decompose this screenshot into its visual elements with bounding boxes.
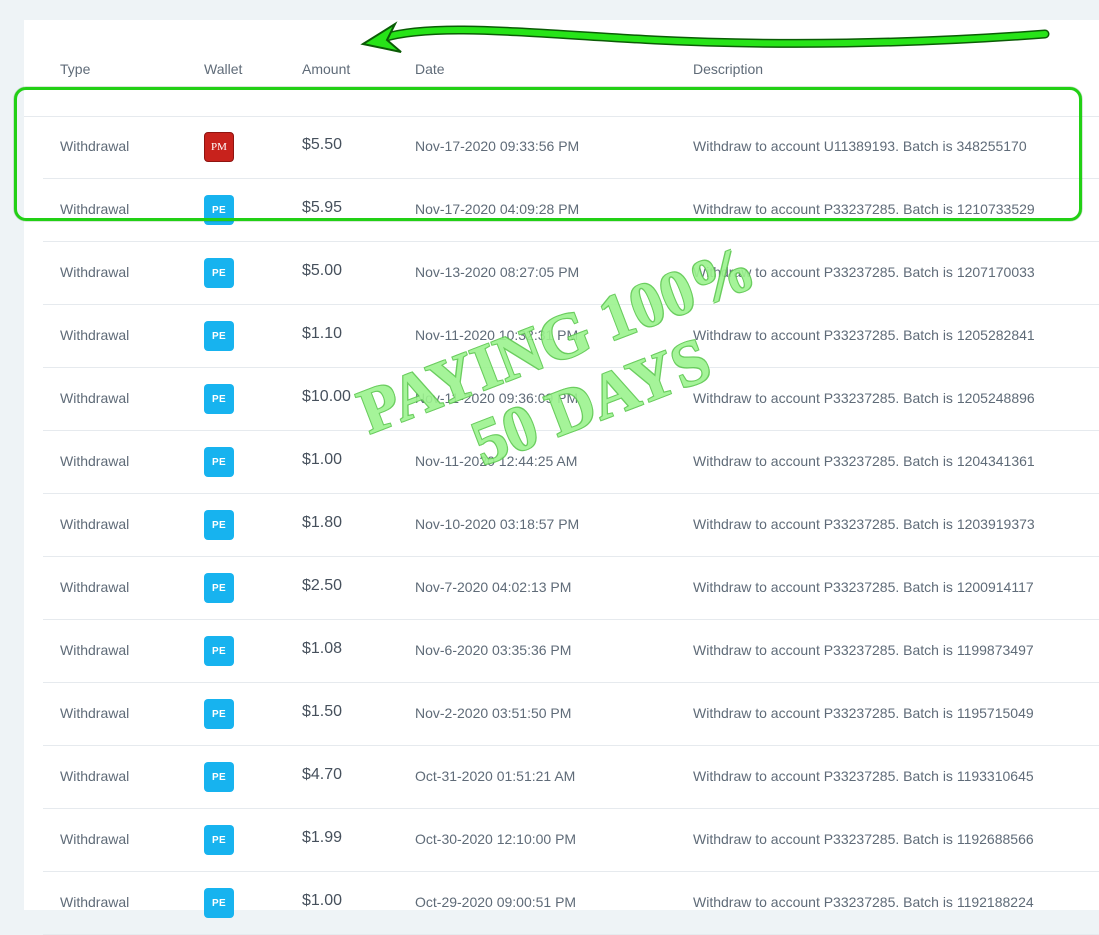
cell-description: Withdraw to account P33237285. Batch is … [693, 390, 1035, 406]
cell-date: Nov-11-2020 10:32:31 PM [415, 327, 579, 343]
table-row: Withdrawal PE $1.99 Oct-30-2020 12:10:00 PM… [43, 809, 1099, 872]
payeer-icon: PE [204, 825, 234, 855]
table-row: Withdrawal PE $1.00 Oct-29-2020 09:00:51 PM… [43, 872, 1099, 935]
cell-date: Nov-7-2020 04:02:13 PM [415, 579, 572, 595]
table-row: Withdrawal PE $1.00 Nov-11-2020 12:44:25 AM… [43, 431, 1099, 494]
header-amount: Amount [302, 61, 351, 77]
table-row: Withdrawal PE $1.80 Nov-10-2020 03:18:57 PM… [43, 494, 1099, 557]
payeer-icon: PE [204, 384, 234, 414]
cell-type: Withdrawal [60, 327, 130, 343]
cell-date: Oct-31-2020 01:51:21 AM [415, 768, 576, 784]
cell-amount: $1.08 [302, 640, 343, 657]
cell-wallet: PE [204, 447, 234, 477]
table-row: Withdrawal PE $4.70 Oct-31-2020 01:51:21 AM… [43, 746, 1099, 809]
cell-description: Withdraw to account P33237285. Batch is … [693, 705, 1034, 721]
cell-type: Withdrawal [60, 579, 130, 595]
cell-wallet: PE [204, 699, 234, 729]
table-row: Withdrawal PE $10.00 Nov-11-2020 09:36:09 P… [43, 368, 1099, 431]
payeer-icon: PE [204, 636, 234, 666]
payeer-icon: PE [204, 573, 234, 603]
cell-wallet: PE [204, 321, 234, 351]
cell-type: Withdrawal [60, 831, 130, 847]
table-row: Withdrawal PE $5.00 Nov-13-2020 08:27:05 PM… [43, 242, 1099, 305]
cell-amount: $2.50 [302, 577, 343, 594]
cell-amount: $1.80 [302, 514, 343, 531]
cell-date: Oct-29-2020 09:00:51 PM [415, 894, 577, 910]
payeer-icon: PE [204, 321, 234, 351]
header-wallet: Wallet [204, 61, 243, 77]
cell-date: Nov-11-2020 12:44:25 AM [415, 453, 578, 469]
cell-amount: $1.50 [302, 703, 343, 720]
cell-wallet: PE [204, 636, 234, 666]
cell-description: Withdraw to account P33237285. Batch is … [693, 642, 1034, 658]
payeer-icon: PE [204, 888, 234, 918]
table-row: Withdrawal PE $2.50 Nov-7-2020 04:02:13 PM W… [43, 557, 1099, 620]
cell-date: Nov-6-2020 03:35:36 PM [415, 642, 572, 658]
cell-type: Withdrawal [60, 705, 130, 721]
cell-amount: $1.10 [302, 325, 343, 342]
cell-type: Withdrawal [60, 390, 130, 406]
payeer-icon: PE [204, 699, 234, 729]
cell-wallet: PE [204, 258, 234, 288]
cell-wallet: PE [204, 762, 234, 792]
cell-type: Withdrawal [60, 768, 130, 784]
cell-wallet: PE [204, 510, 234, 540]
cell-date: Nov-13-2020 08:27:05 PM [415, 264, 580, 280]
cell-description: Withdraw to account P33237285. Batch is … [693, 264, 1035, 280]
highlight-box [14, 87, 1082, 221]
cell-type: Withdrawal [60, 264, 130, 280]
cell-wallet: PE [204, 825, 234, 855]
table-row: Withdrawal PE $1.10 Nov-11-2020 10:32:31 PM… [43, 305, 1099, 368]
table-row: Withdrawal PE $1.08 Nov-6-2020 03:35:36 PM W… [43, 620, 1099, 683]
cell-amount: $1.00 [302, 451, 343, 468]
cell-type: Withdrawal [60, 516, 130, 532]
cell-description: Withdraw to account P33237285. Batch is … [693, 768, 1034, 784]
cell-amount: $1.99 [302, 829, 343, 846]
cell-description: Withdraw to account P33237285. Batch is … [693, 453, 1035, 469]
cell-type: Withdrawal [60, 453, 130, 469]
cell-description: Withdraw to account P33237285. Batch is … [693, 327, 1035, 343]
cell-wallet: PE [204, 888, 234, 918]
cell-amount: $5.00 [302, 262, 343, 279]
payeer-icon: PE [204, 762, 234, 792]
cell-date: Oct-30-2020 12:10:00 PM [415, 831, 577, 847]
cell-description: Withdraw to account P33237285. Batch is … [693, 894, 1034, 910]
cell-description: Withdraw to account P33237285. Batch is … [693, 579, 1034, 595]
cell-type: Withdrawal [60, 642, 130, 658]
cell-type: Withdrawal [60, 894, 130, 910]
table-body: Withdrawal PM $5.50 Nov-17-2020 09:33:56 PM… [24, 116, 1099, 935]
green-arrow-annotation [360, 21, 1050, 53]
cell-wallet: PE [204, 573, 234, 603]
cell-date: Nov-10-2020 03:18:57 PM [415, 516, 580, 532]
cell-wallet: PE [204, 384, 234, 414]
cell-date: Nov-2-2020 03:51:50 PM [415, 705, 572, 721]
cell-description: Withdraw to account P33237285. Batch is … [693, 831, 1034, 847]
cell-amount: $1.00 [302, 892, 343, 909]
cell-amount: $10.00 [302, 388, 351, 405]
header-type: Type [60, 61, 91, 77]
cell-description: Withdraw to account P33237285. Batch is … [693, 516, 1035, 532]
payeer-icon: PE [204, 258, 234, 288]
cell-amount: $4.70 [302, 766, 343, 783]
cell-date: Nov-11-2020 09:36:09 PM [415, 390, 579, 406]
payeer-icon: PE [204, 510, 234, 540]
table-row: Withdrawal PE $1.50 Nov-2-2020 03:51:50 PM W… [43, 683, 1099, 746]
payeer-icon: PE [204, 447, 234, 477]
